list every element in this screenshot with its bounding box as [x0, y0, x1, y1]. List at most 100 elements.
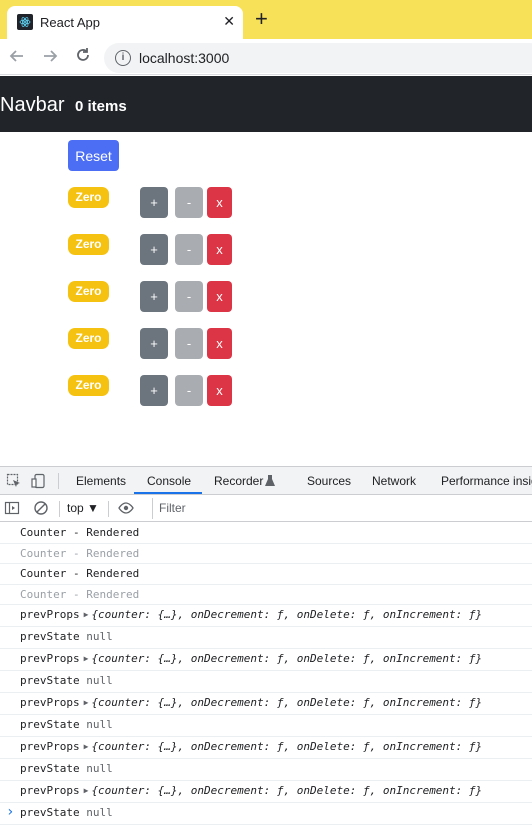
counter-row: Zero + - x [68, 187, 238, 219]
decrement-button[interactable]: - [175, 234, 203, 265]
increment-button[interactable]: + [140, 328, 168, 359]
decrement-button[interactable]: - [175, 375, 203, 406]
device-toolbar-icon[interactable] [31, 473, 47, 489]
counter-value-badge: Zero [68, 281, 109, 302]
tab-elements[interactable]: Elements [76, 474, 126, 488]
tab-performance-insights[interactable]: Performance insig [441, 474, 532, 488]
close-tab-icon[interactable]: ✕ [223, 12, 235, 30]
console-message-text: Counter - Rendered [20, 546, 140, 560]
console-label: prevProps [20, 696, 80, 709]
console-message: prevProps ▶ {counter: {…}, onDecrement: ƒ,… [0, 693, 532, 715]
delete-button[interactable]: x [207, 281, 232, 312]
counter-value-badge: Zero [68, 234, 109, 255]
tab-network[interactable]: Network [372, 474, 416, 488]
reload-icon[interactable] [74, 46, 92, 67]
tab-title: React App [40, 15, 100, 30]
console-object-preview[interactable]: {counter: {…}, onDecrement: ƒ, onDelete:… [91, 696, 482, 709]
delete-button[interactable]: x [207, 234, 232, 265]
delete-button[interactable]: x [207, 375, 232, 406]
console-value: null [86, 630, 113, 643]
delete-button[interactable]: x [207, 328, 232, 359]
item-count-badge: 0 items [75, 98, 127, 115]
devtools-panel: Elements Console Recorder Sources Networ… [0, 466, 532, 835]
divider [108, 501, 109, 517]
console-message: Counter - Rendered [0, 585, 532, 605]
back-arrow-icon[interactable] [8, 47, 26, 68]
tab-recorder[interactable]: Recorder [214, 474, 263, 488]
increment-button[interactable]: + [140, 234, 168, 265]
console-prompt-icon[interactable]: › [6, 804, 14, 820]
tab-console[interactable]: Console [147, 474, 191, 488]
react-favicon-icon [17, 14, 33, 30]
active-tab-indicator [134, 492, 202, 494]
console-value: null [86, 762, 113, 775]
address-bar[interactable]: i localhost:3000 [104, 43, 532, 73]
context-selector[interactable]: top ▼ [67, 501, 99, 515]
decrement-button[interactable]: - [175, 328, 203, 359]
expand-triangle-icon[interactable]: ▶ [84, 698, 89, 707]
console-label: prevState [20, 762, 80, 775]
console-log-list: Counter - Rendered Counter - Rendered Coun… [0, 523, 532, 825]
expand-triangle-icon[interactable]: ▶ [84, 610, 89, 619]
eye-icon[interactable] [118, 500, 134, 516]
console-filter-input[interactable]: Filter [152, 498, 532, 519]
divider [58, 473, 59, 489]
increment-button[interactable]: + [140, 281, 168, 312]
reset-button[interactable]: Reset [68, 140, 119, 171]
console-message-text: Counter - Rendered [20, 567, 140, 580]
console-label: prevProps [20, 740, 80, 753]
decrement-button[interactable]: - [175, 281, 203, 312]
console-message: Counter - Rendered [0, 564, 532, 585]
navbar-brand[interactable]: Navbar [0, 94, 64, 117]
increment-button[interactable]: + [140, 187, 168, 218]
counter-row: Zero + - x [68, 234, 238, 266]
app-navbar: Navbar 0 items [0, 76, 532, 132]
filter-placeholder: Filter [159, 501, 186, 515]
console-label: prevState [20, 674, 80, 687]
expand-triangle-icon[interactable]: ▶ [84, 742, 89, 751]
decrement-button[interactable]: - [175, 187, 203, 218]
console-toolbar: top ▼ Filter [0, 495, 532, 522]
devtools-tabbar: Elements Console Recorder Sources Networ… [0, 467, 532, 495]
console-message: Counter - Rendered [0, 544, 532, 564]
console-label: prevState [20, 630, 80, 643]
clear-console-icon[interactable] [33, 500, 49, 516]
console-object-preview[interactable]: {counter: {…}, onDecrement: ƒ, onDelete:… [91, 608, 482, 621]
site-info-icon[interactable]: i [115, 50, 131, 66]
console-message: prevState null [0, 759, 532, 781]
console-value: null [86, 806, 113, 819]
increment-button[interactable]: + [140, 375, 168, 406]
counter-row: Zero + - x [68, 281, 238, 313]
inspect-element-icon[interactable] [6, 473, 22, 489]
console-message-text: Counter - Rendered [20, 587, 140, 601]
new-tab-button[interactable]: + [255, 8, 268, 30]
flask-icon [265, 474, 281, 490]
console-message: prevState null [0, 671, 532, 693]
tab-sources[interactable]: Sources [307, 474, 351, 488]
divider [59, 501, 60, 517]
counter-value-badge: Zero [68, 375, 109, 396]
console-message: prevState null [0, 715, 532, 737]
console-message: prevProps ▶ {counter: {…}, onDecrement: ƒ,… [0, 605, 532, 627]
expand-triangle-icon[interactable]: ▶ [84, 786, 89, 795]
forward-arrow-icon[interactable] [41, 47, 59, 68]
delete-button[interactable]: x [207, 187, 232, 218]
console-object-preview[interactable]: {counter: {…}, onDecrement: ƒ, onDelete:… [91, 740, 482, 753]
sidebar-toggle-icon[interactable] [4, 500, 20, 516]
console-message: prevProps ▶ {counter: {…}, onDecrement: ƒ,… [0, 737, 532, 759]
expand-triangle-icon[interactable]: ▶ [84, 654, 89, 663]
console-value: null [86, 674, 113, 687]
counter-row: Zero + - x [68, 328, 238, 360]
console-value: null [86, 718, 113, 731]
console-label: prevProps [20, 608, 80, 621]
console-label: prevState [20, 806, 80, 819]
console-label: prevProps [20, 652, 80, 665]
browser-toolbar: i localhost:3000 [0, 39, 532, 75]
console-message: prevState null [0, 803, 532, 825]
console-object-preview[interactable]: {counter: {…}, onDecrement: ƒ, onDelete:… [91, 784, 482, 797]
console-label: prevState [20, 718, 80, 731]
console-object-preview[interactable]: {counter: {…}, onDecrement: ƒ, onDelete:… [91, 652, 482, 665]
browser-tab[interactable]: React App ✕ [7, 6, 243, 39]
console-message: Counter - Rendered [0, 523, 532, 544]
console-message-text: Counter - Rendered [20, 526, 140, 539]
